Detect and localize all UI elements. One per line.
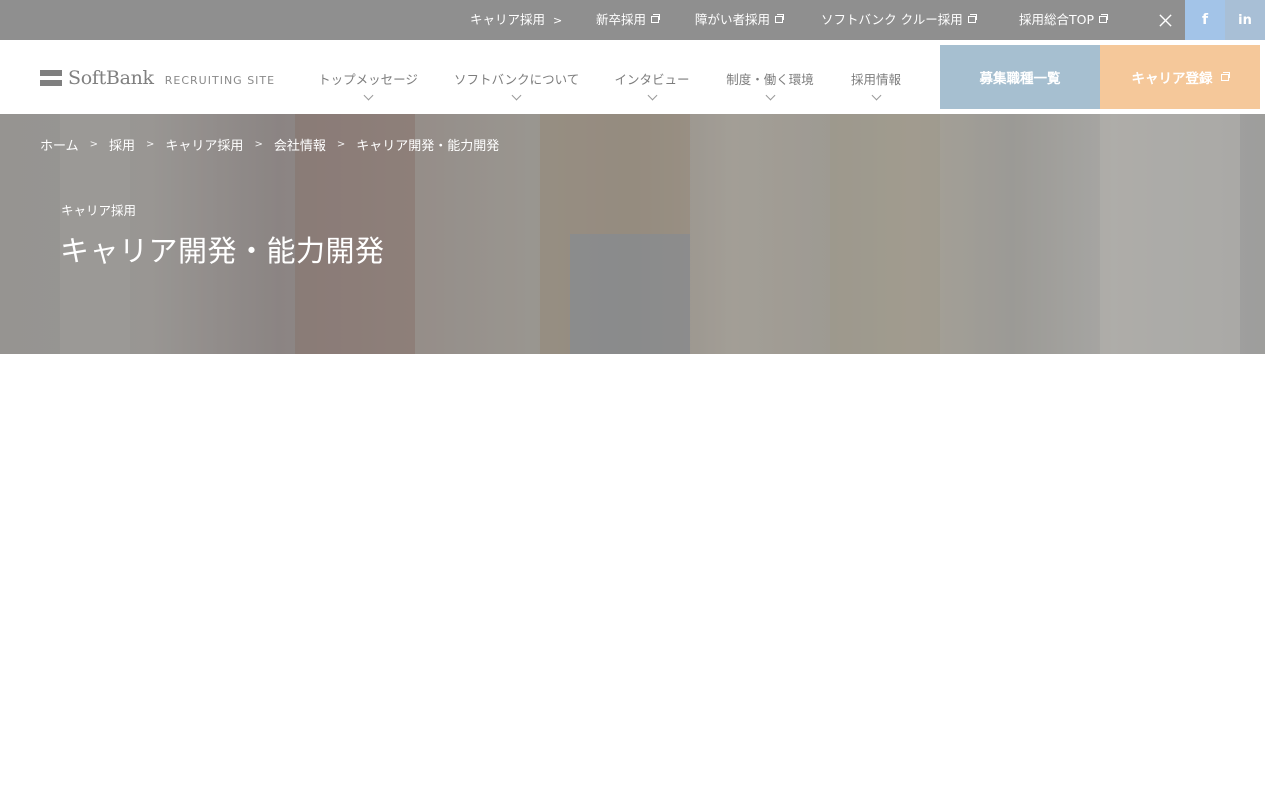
job-list-button[interactable]: 募集職種一覧 [940,45,1100,109]
chevron-down-icon [765,90,775,101]
nav-about-softbank[interactable]: ソフトバンクについて [454,40,579,114]
breadcrumb-company[interactable]: 会社情報 [274,135,326,154]
site-header: SoftBank RECRUITING SITE トップメッセージ ソフトバンク… [0,40,1280,114]
page-title: キャリア開発・能力開発 [60,234,385,268]
chevron-down-icon [363,90,373,101]
breadcrumb-home[interactable]: ホーム [40,135,79,154]
nav-work-environment[interactable]: 制度・働く環境 [726,40,814,114]
topbar-link-recruit-top[interactable]: 採用総合TOP [1019,0,1109,40]
external-link-icon [967,14,977,23]
chevron-right-icon: > [89,139,99,150]
scrollbar[interactable] [1265,0,1280,800]
external-link-icon [1099,14,1109,23]
breadcrumb: ホーム > 採用 > キャリア採用 > 会社情報 > キャリア開発・能力開発 [40,135,499,154]
logo-mark-icon [40,70,62,86]
hero-kicker: キャリア採用 [61,203,137,218]
external-link-icon [1220,71,1230,81]
linkedin-icon[interactable]: in [1225,0,1265,40]
breadcrumb-recruit[interactable]: 採用 [109,135,135,154]
external-link-icon [775,14,785,23]
logo-subtitle: RECRUITING SITE [164,73,276,87]
chevron-right-icon: > [146,139,155,150]
topbar-link-new-grad[interactable]: 新卒採用 [596,0,661,40]
topbar-link-crew[interactable]: ソフトバンク クルー採用 [821,0,977,40]
hero-banner: ホーム > 採用 > キャリア採用 > 会社情報 > キャリア開発・能力開発 キャリア採… [0,114,1265,354]
career-register-button[interactable]: キャリア登録 [1100,45,1260,109]
chevron-right-icon: > [553,14,563,27]
nav-top-message[interactable]: トップメッセージ [318,40,418,114]
x-twitter-icon[interactable] [1145,0,1185,40]
chevron-down-icon [871,90,881,101]
chevron-down-icon [511,90,521,101]
chevron-down-icon [647,90,657,101]
facebook-icon[interactable]: f [1185,0,1225,40]
chevron-right-icon: > [336,139,346,150]
chevron-right-icon: > [254,139,263,150]
topbar-link-career[interactable]: キャリア採用 > [470,0,562,40]
softbank-logo[interactable]: SoftBank RECRUITING SITE [40,67,276,89]
breadcrumb-current: キャリア開発・能力開発 [356,139,500,154]
external-link-icon [651,14,661,23]
utility-bar: キャリア採用 > 新卒採用 障がい者採用 ソフトバンク クルー採用 採用総合TOP… [0,0,1280,40]
topbar-link-disability[interactable]: 障がい者採用 [695,0,785,40]
nav-interview[interactable]: インタビュー [614,40,690,114]
nav-recruit-info[interactable]: 採用情報 [850,40,902,114]
breadcrumb-career[interactable]: キャリア採用 [165,135,243,154]
